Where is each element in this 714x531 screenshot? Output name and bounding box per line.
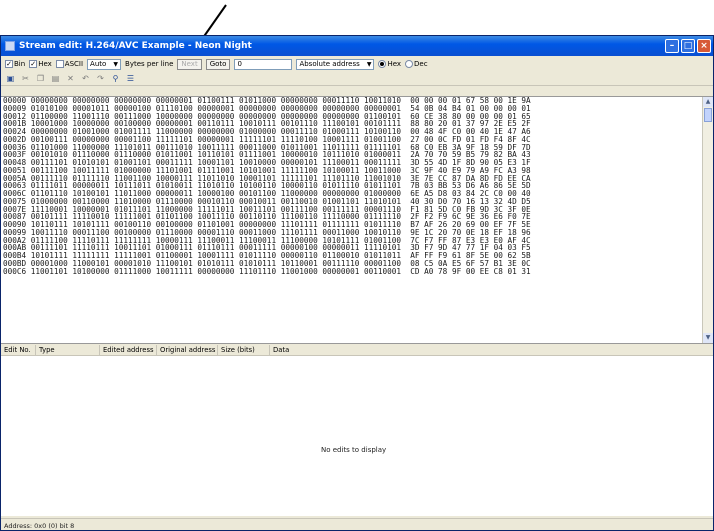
check-icon: ✓ xyxy=(29,60,38,68)
column-header[interactable]: Data xyxy=(270,345,713,356)
copy-icon[interactable]: ❐ xyxy=(35,73,46,84)
scroll-thumb[interactable] xyxy=(704,108,712,122)
chevron-down-icon: ▼ xyxy=(113,60,119,68)
bin-checkbox[interactable]: ✓ Bin xyxy=(5,60,25,68)
window-title: Stream edit: H.264/AVC Example - Neon Ni… xyxy=(19,41,252,51)
stream-edit-window: Stream edit: H.264/AVC Example - Neon Ni… xyxy=(0,35,714,531)
scroll-up-icon[interactable]: ▲ xyxy=(703,97,713,107)
toolbar: ▣ ✂ ❐ ▤ ✕ ↶ ↷ ⚲ ☰ xyxy=(1,72,713,86)
hex-checkbox[interactable]: ✓ Hex xyxy=(29,60,52,68)
column-header[interactable]: Edit No. xyxy=(1,344,36,356)
vertical-scrollbar[interactable]: ▲ ▼ xyxy=(702,97,713,343)
hex-line[interactable]: 000C6 11001101 10100000 01111000 1001111… xyxy=(3,267,713,276)
undo-icon[interactable]: ↶ xyxy=(80,73,91,84)
ascii-checkbox[interactable]: ASCII xyxy=(55,60,83,68)
goto-button[interactable]: Goto xyxy=(205,58,231,70)
maximize-button[interactable]: □ xyxy=(681,39,695,53)
paste-icon[interactable]: ▤ xyxy=(50,73,61,84)
edits-table-header: Edit No. Type Edited address Original ad… xyxy=(1,344,713,356)
hex-radio[interactable]: Hex xyxy=(378,60,401,68)
minimize-button[interactable]: – xyxy=(665,39,679,53)
column-header[interactable]: Original address xyxy=(157,344,218,356)
dec-radio[interactable]: Dec xyxy=(405,60,428,68)
close-button[interactable]: × xyxy=(697,39,711,53)
edits-table[interactable]: No edits to display xyxy=(1,356,713,516)
column-header[interactable]: Size (bits) xyxy=(218,344,270,356)
hex-lines: 00000 00000000 00000000 00000000 0000000… xyxy=(1,97,713,275)
cut-icon[interactable]: ✂ xyxy=(20,73,31,84)
hex-view[interactable]: 00000 00000000 00000000 00000000 0000000… xyxy=(1,96,713,344)
check-icon: ✓ xyxy=(5,60,13,68)
column-header[interactable]: Edited address xyxy=(100,344,157,356)
save-icon[interactable]: ▣ xyxy=(5,73,16,84)
options-bar: ✓ Bin ✓ Hex ASCII Auto ▼ Bytes per line Nex… xyxy=(1,56,713,72)
address-mode-select[interactable]: Absolute address ▼ xyxy=(296,58,375,70)
goto-input[interactable]: 0 xyxy=(234,58,293,70)
empty-message: No edits to display xyxy=(321,446,387,454)
scroll-down-icon[interactable]: ▼ xyxy=(703,333,713,343)
app-icon xyxy=(5,41,15,51)
column-header[interactable]: Type xyxy=(36,344,100,356)
next-button[interactable]: Next xyxy=(177,58,202,70)
redo-icon[interactable]: ↷ xyxy=(95,73,106,84)
status-bar: Address: 0x0 (0) bit 8 xyxy=(1,518,713,530)
mode-select[interactable]: Auto ▼ xyxy=(87,58,122,70)
delete-icon[interactable]: ✕ xyxy=(65,73,76,84)
title-bar: Stream edit: H.264/AVC Example - Neon Ni… xyxy=(1,36,713,56)
layout-icon[interactable]: ☰ xyxy=(125,73,136,84)
chevron-down-icon: ▼ xyxy=(366,60,372,68)
find-icon[interactable]: ⚲ xyxy=(110,73,121,84)
bytes-per-line-label: Bytes per line xyxy=(125,60,174,68)
